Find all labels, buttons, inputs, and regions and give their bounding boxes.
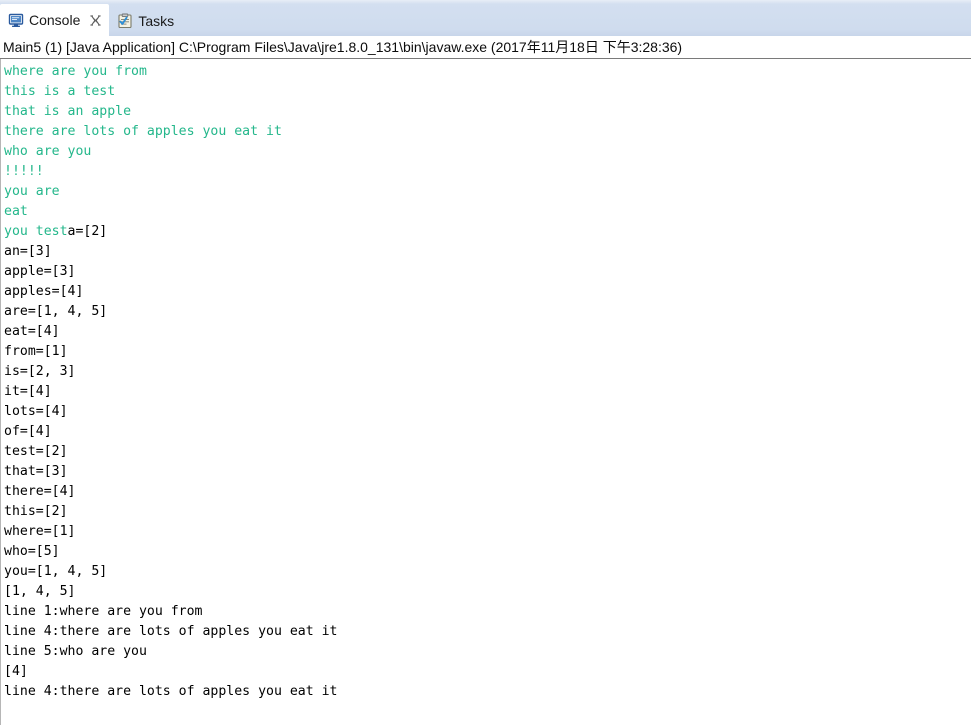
console-line-segment: [4] — [4, 664, 28, 679]
console-line-segment: line 4:there are lots of apples you eat … — [4, 624, 338, 639]
console-line: apples=[4] — [4, 282, 971, 302]
console-line-segment: eat=[4] — [4, 324, 60, 339]
console-line: that is an apple — [4, 102, 971, 122]
console-line-segment: there=[4] — [4, 484, 76, 499]
console-line: this is a test — [4, 82, 971, 102]
console-line: [4] — [4, 662, 971, 682]
console-line: [1, 4, 5] — [4, 582, 971, 602]
console-line: is=[2, 3] — [4, 362, 971, 382]
console-line-segment: you=[1, 4, 5] — [4, 564, 108, 579]
console-line-list: where are you from this is a test that is … — [4, 62, 971, 702]
console-line: you=[1, 4, 5] — [4, 562, 971, 582]
console-line-segment: you are — [4, 184, 60, 199]
console-line-segment: where are you from — [4, 64, 147, 79]
console-line-segment: where=[1] — [4, 524, 76, 539]
close-icon[interactable] — [89, 14, 102, 27]
console-line-segment: this=[2] — [4, 504, 68, 519]
view-tab-bar: Console Tasks — [0, 0, 971, 36]
console-line: it=[4] — [4, 382, 971, 402]
console-line-segment: line 5:who are you — [4, 644, 147, 659]
console-line-segment: apple=[3] — [4, 264, 76, 279]
console-line: test=[2] — [4, 442, 971, 462]
console-line: you testa=[2] — [4, 222, 971, 242]
console-line: lots=[4] — [4, 402, 971, 422]
console-line-segment: that=[3] — [4, 464, 68, 479]
console-line: this=[2] — [4, 502, 971, 522]
console-line-segment: there are lots of apples you eat it — [4, 124, 282, 139]
console-line-segment: it=[4] — [4, 384, 52, 399]
console-line: an=[3] — [4, 242, 971, 262]
process-header-text: Main5 (1) [Java Application] C:\Program … — [3, 39, 683, 55]
console-line-segment: this is a test — [4, 84, 116, 99]
console-line-segment: test=[2] — [4, 444, 68, 459]
console-line-segment: who=[5] — [4, 544, 60, 559]
console-line-segment: lots=[4] — [4, 404, 68, 419]
console-line: are=[1, 4, 5] — [4, 302, 971, 322]
tab-tasks[interactable]: Tasks — [109, 6, 183, 36]
console-line: apple=[3] — [4, 262, 971, 282]
console-line: where are you from — [4, 62, 971, 82]
console-line-segment: an=[3] — [4, 244, 52, 259]
console-line: line 5:who are you — [4, 642, 971, 662]
console-line-segment: a=[2] — [67, 224, 108, 239]
console-line-segment: !!!!! — [4, 164, 44, 179]
console-line: where=[1] — [4, 522, 971, 542]
console-line: who are you — [4, 142, 971, 162]
console-line-segment: line 4:there are lots of apples you eat … — [4, 684, 338, 699]
console-line-segment: is=[2, 3] — [4, 364, 76, 379]
console-line: that=[3] — [4, 462, 971, 482]
console-line-segment: that is an apple — [4, 104, 132, 119]
console-line-segment: you test — [4, 224, 68, 239]
tab-console-label: Console — [29, 12, 81, 28]
console-view: Console Tasks Main5 (1) [Java Applicatio… — [0, 0, 971, 725]
console-line-segment: from=[1] — [4, 344, 68, 359]
tasks-clipboard-icon — [117, 13, 133, 29]
console-line: of=[4] — [4, 422, 971, 442]
console-line: eat=[4] — [4, 322, 971, 342]
tab-console[interactable]: Console — [0, 4, 110, 36]
console-line: eat — [4, 202, 971, 222]
console-line: who=[5] — [4, 542, 971, 562]
console-line: line 4:there are lots of apples you eat … — [4, 622, 971, 642]
process-header-bar: Main5 (1) [Java Application] C:\Program … — [0, 36, 971, 59]
console-line-segment: eat — [4, 204, 28, 219]
console-line: line 1:where are you from — [4, 602, 971, 622]
console-line-segment: who are you — [4, 144, 92, 159]
console-monitor-icon — [8, 12, 24, 28]
console-line-segment: [1, 4, 5] — [4, 584, 76, 599]
console-line: line 4:there are lots of apples you eat … — [4, 682, 971, 702]
console-line-segment: line 1:where are you from — [4, 604, 203, 619]
console-output-area[interactable]: where are you from this is a test that is … — [0, 59, 971, 725]
tab-tasks-label: Tasks — [138, 13, 175, 29]
console-line: !!!!! — [4, 162, 971, 182]
console-line: you are — [4, 182, 971, 202]
console-line: from=[1] — [4, 342, 971, 362]
console-line-segment: apples=[4] — [4, 284, 84, 299]
console-line-segment: of=[4] — [4, 424, 52, 439]
console-line: there are lots of apples you eat it — [4, 122, 971, 142]
console-line: there=[4] — [4, 482, 971, 502]
console-line-segment: are=[1, 4, 5] — [4, 304, 108, 319]
